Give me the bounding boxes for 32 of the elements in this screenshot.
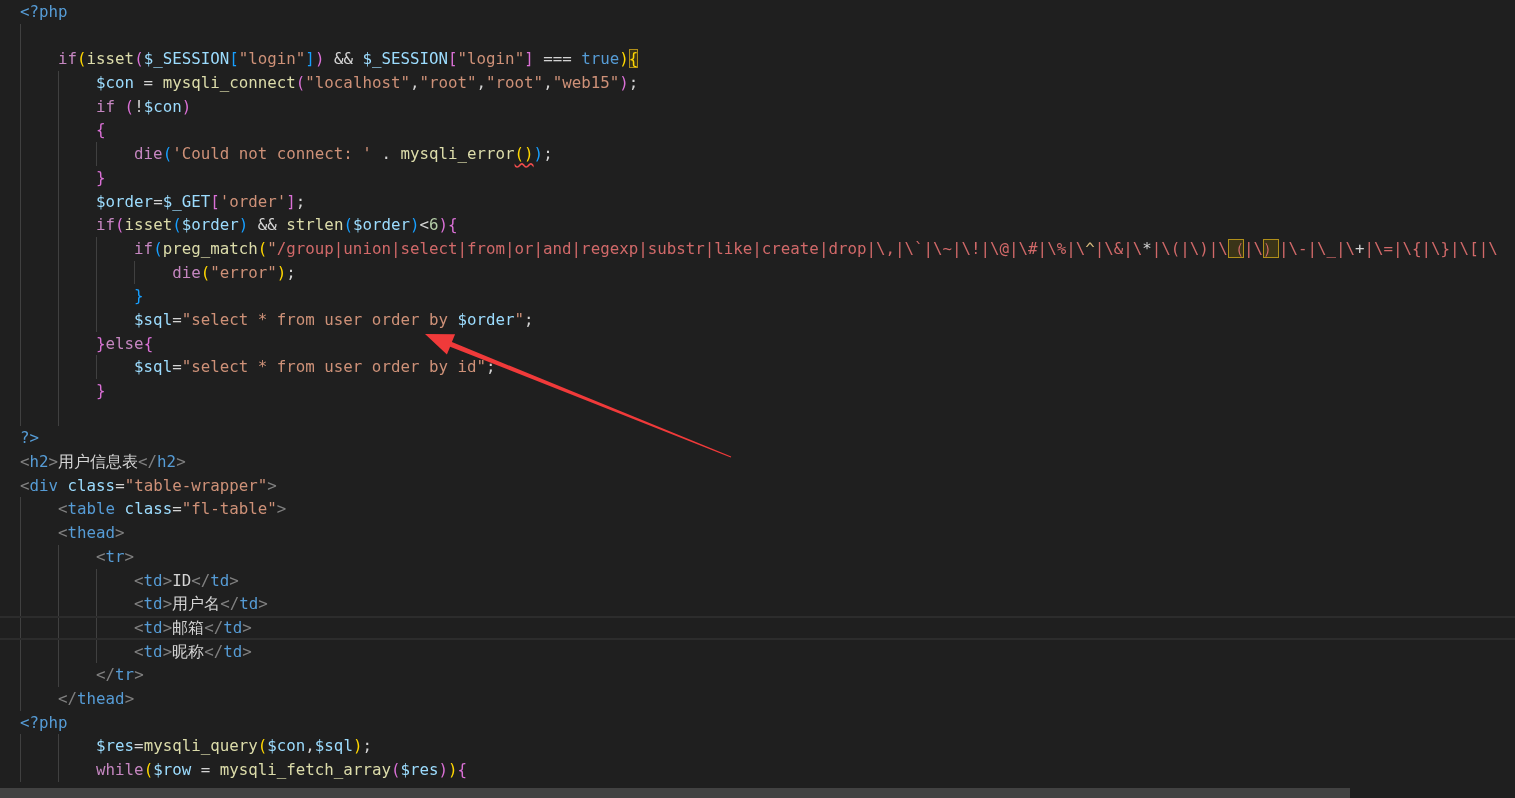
code-line: <table class="fl-table"> (20, 497, 1515, 522)
code-line: ?> (20, 427, 41, 450)
code-line: <td>邮箱</td> (0, 615, 1515, 640)
code-line: if(isset($_SESSION["login"]) && $_SESSION["login"] === true){ (20, 47, 1515, 72)
code-line: <div class="table-wrapper"> (20, 474, 278, 497)
code-line: </thead> (20, 686, 1515, 711)
code-line: <?php (20, 711, 69, 734)
code-line: <thead> (20, 521, 1515, 545)
code-line: if(isset($order) && strlen($order)<6){ (20, 213, 1515, 237)
code-line: } (20, 284, 1515, 308)
code-line: die("error"); (20, 260, 1515, 285)
code-line: { (20, 118, 1515, 143)
scrollbar-thumb[interactable] (0, 788, 1350, 798)
code-line: if(preg_match("/group|union|select|from|or|and|regexp|substr|like|create|drop|\,|\`|\~|\!|\@|\#|\%|\^|\&|\*|\(|\)|\（|\）|\-|\_|\+|\=|\{|\}|\[|\ (20, 236, 1515, 261)
code-line: }else{ (20, 331, 1515, 356)
code-line: } (20, 165, 1515, 190)
code-line: $res=mysqli_query($con,$sql); (20, 734, 1515, 758)
code-line: $con = mysqli_connect("localhost","root","root","web15"); (20, 71, 1515, 95)
code-line: $sql="select * from user order by $order"; (20, 307, 1515, 332)
code-line: <tr> (20, 544, 1515, 569)
code-line: <?php (20, 1, 69, 23)
code-line: while($row = mysqli_fetch_array($res)){ (20, 758, 1515, 782)
code-line: <td>用户名</td> (20, 592, 1515, 616)
code-line: $sql="select * from user order by id"; (20, 355, 1515, 379)
code-line: <td>ID</td> (20, 568, 1515, 593)
code-line: $order=$_GET['order']; (20, 189, 1515, 214)
code-line: <td>昵称</td> (20, 639, 1515, 664)
code-line: <h2>用户信息表</h2> (20, 451, 187, 474)
code-line: die('Could not connect: ' . mysqli_error()); (20, 142, 1515, 166)
code-line: if (!$con) (20, 94, 1515, 119)
code-line: </tr> (20, 663, 1515, 687)
code-line: } (20, 379, 1515, 403)
